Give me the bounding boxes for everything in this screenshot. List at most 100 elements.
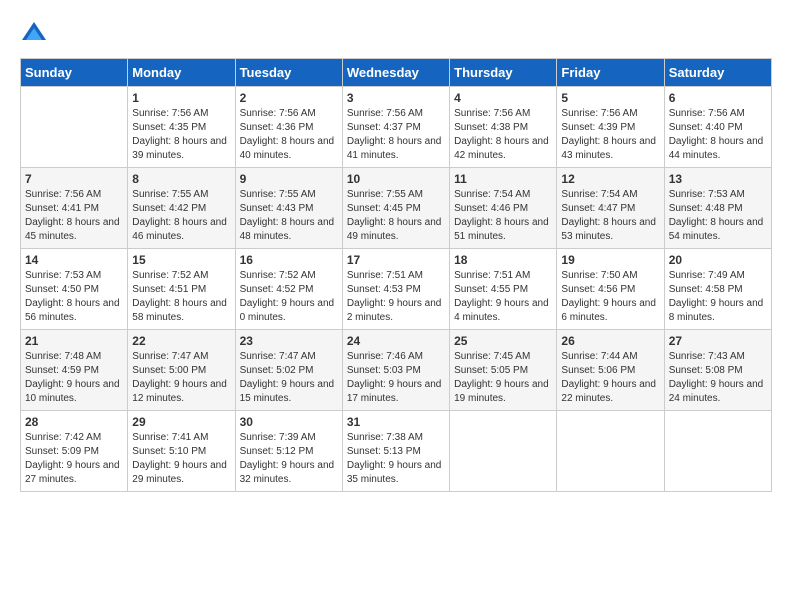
day-number: 4 [454, 91, 552, 105]
day-cell: 31Sunrise: 7:38 AMSunset: 5:13 PMDayligh… [342, 411, 449, 492]
day-info: Sunrise: 7:56 AMSunset: 4:41 PMDaylight:… [25, 188, 123, 244]
day-number: 21 [25, 334, 123, 348]
day-number: 12 [561, 172, 659, 186]
day-cell: 2Sunrise: 7:56 AMSunset: 4:36 PMDaylight… [235, 87, 342, 168]
day-number: 26 [561, 334, 659, 348]
day-number: 16 [240, 253, 338, 267]
day-cell: 11Sunrise: 7:54 AMSunset: 4:46 PMDayligh… [450, 168, 557, 249]
day-info: Sunrise: 7:47 AMSunset: 5:02 PMDaylight:… [240, 350, 338, 406]
week-row-3: 14 Sunrise: 7:53 AMSunset: 4:50 PMDayligh… [21, 249, 772, 330]
day-info: Sunrise: 7:41 AMSunset: 5:10 PMDaylight:… [132, 431, 230, 487]
day-number: 19 [561, 253, 659, 267]
day-info: Sunrise: 7:55 AMSunset: 4:45 PMDaylight:… [347, 188, 445, 244]
day-info: Sunrise: 7:55 AMSunset: 4:43 PMDaylight:… [240, 188, 338, 244]
day-cell: 22 Sunrise: 7:47 AMSunset: 5:00 PMDayligh… [128, 330, 235, 411]
day-info: Sunrise: 7:53 AMSunset: 4:50 PMDaylight:… [25, 269, 123, 325]
day-cell: 4 Sunrise: 7:56 AMSunset: 4:38 PMDaylight… [450, 87, 557, 168]
day-cell: 28 Sunrise: 7:42 AMSunset: 5:09 PMDayligh… [21, 411, 128, 492]
day-info: Sunrise: 7:38 AMSunset: 5:13 PMDaylight:… [347, 431, 445, 487]
day-info: Sunrise: 7:56 AMSunset: 4:39 PMDaylight:… [561, 107, 659, 163]
day-cell: 29 Sunrise: 7:41 AMSunset: 5:10 PMDayligh… [128, 411, 235, 492]
day-info: Sunrise: 7:52 AMSunset: 4:52 PMDaylight:… [240, 269, 338, 325]
day-number: 17 [347, 253, 445, 267]
header-day-friday: Friday [557, 59, 664, 87]
day-info: Sunrise: 7:56 AMSunset: 4:35 PMDaylight:… [132, 107, 230, 163]
day-cell: 9 Sunrise: 7:55 AMSunset: 4:43 PMDaylight… [235, 168, 342, 249]
day-cell: 27 Sunrise: 7:43 AMSunset: 5:08 PMDayligh… [664, 330, 771, 411]
day-number: 28 [25, 415, 123, 429]
day-number: 10 [347, 172, 445, 186]
day-cell [450, 411, 557, 492]
day-info: Sunrise: 7:55 AMSunset: 4:42 PMDaylight:… [132, 188, 230, 244]
day-info: Sunrise: 7:56 AMSunset: 4:38 PMDaylight:… [454, 107, 552, 163]
day-cell: 1 Sunrise: 7:56 AMSunset: 4:35 PMDaylight… [128, 87, 235, 168]
day-number: 14 [25, 253, 123, 267]
day-info: Sunrise: 7:46 AMSunset: 5:03 PMDaylight:… [347, 350, 445, 406]
header-day-thursday: Thursday [450, 59, 557, 87]
day-number: 23 [240, 334, 338, 348]
day-info: Sunrise: 7:51 AMSunset: 4:55 PMDaylight:… [454, 269, 552, 325]
day-info: Sunrise: 7:53 AMSunset: 4:48 PMDaylight:… [669, 188, 767, 244]
day-number: 30 [240, 415, 338, 429]
day-info: Sunrise: 7:56 AMSunset: 4:36 PMDaylight:… [240, 107, 338, 163]
day-cell: 3 Sunrise: 7:56 AMSunset: 4:37 PMDaylight… [342, 87, 449, 168]
day-number: 1 [132, 91, 230, 105]
day-cell: 6 Sunrise: 7:56 AMSunset: 4:40 PMDaylight… [664, 87, 771, 168]
day-cell: 18 Sunrise: 7:51 AMSunset: 4:55 PMDayligh… [450, 249, 557, 330]
day-cell: 12 Sunrise: 7:54 AMSunset: 4:47 PMDayligh… [557, 168, 664, 249]
day-cell: 17 Sunrise: 7:51 AMSunset: 4:53 PMDayligh… [342, 249, 449, 330]
day-cell: 26 Sunrise: 7:44 AMSunset: 5:06 PMDayligh… [557, 330, 664, 411]
day-cell [21, 87, 128, 168]
header-day-wednesday: Wednesday [342, 59, 449, 87]
day-info: Sunrise: 7:47 AMSunset: 5:00 PMDaylight:… [132, 350, 230, 406]
day-number: 3 [347, 91, 445, 105]
calendar-header: SundayMondayTuesdayWednesdayThursdayFrid… [21, 59, 772, 87]
day-info: Sunrise: 7:49 AMSunset: 4:58 PMDaylight:… [669, 269, 767, 325]
day-cell: 5 Sunrise: 7:56 AMSunset: 4:39 PMDaylight… [557, 87, 664, 168]
day-number: 7 [25, 172, 123, 186]
header-row: SundayMondayTuesdayWednesdayThursdayFrid… [21, 59, 772, 87]
day-cell [557, 411, 664, 492]
day-cell: 13 Sunrise: 7:53 AMSunset: 4:48 PMDayligh… [664, 168, 771, 249]
day-cell: 25Sunrise: 7:45 AMSunset: 5:05 PMDayligh… [450, 330, 557, 411]
day-info: Sunrise: 7:43 AMSunset: 5:08 PMDaylight:… [669, 350, 767, 406]
day-cell: 23 Sunrise: 7:47 AMSunset: 5:02 PMDayligh… [235, 330, 342, 411]
header-day-saturday: Saturday [664, 59, 771, 87]
day-number: 25 [454, 334, 552, 348]
day-number: 8 [132, 172, 230, 186]
header-day-sunday: Sunday [21, 59, 128, 87]
day-number: 20 [669, 253, 767, 267]
header-day-tuesday: Tuesday [235, 59, 342, 87]
day-info: Sunrise: 7:56 AMSunset: 4:37 PMDaylight:… [347, 107, 445, 163]
week-row-4: 21 Sunrise: 7:48 AMSunset: 4:59 PMDayligh… [21, 330, 772, 411]
day-number: 29 [132, 415, 230, 429]
day-number: 6 [669, 91, 767, 105]
day-cell: 15Sunrise: 7:52 AMSunset: 4:51 PMDayligh… [128, 249, 235, 330]
day-info: Sunrise: 7:48 AMSunset: 4:59 PMDaylight:… [25, 350, 123, 406]
day-info: Sunrise: 7:42 AMSunset: 5:09 PMDaylight:… [25, 431, 123, 487]
day-cell: 24Sunrise: 7:46 AMSunset: 5:03 PMDayligh… [342, 330, 449, 411]
day-info: Sunrise: 7:54 AMSunset: 4:47 PMDaylight:… [561, 188, 659, 244]
day-info: Sunrise: 7:50 AMSunset: 4:56 PMDaylight:… [561, 269, 659, 325]
day-number: 27 [669, 334, 767, 348]
day-cell: 30 Sunrise: 7:39 AMSunset: 5:12 PMDayligh… [235, 411, 342, 492]
day-number: 9 [240, 172, 338, 186]
day-number: 5 [561, 91, 659, 105]
day-info: Sunrise: 7:39 AMSunset: 5:12 PMDaylight:… [240, 431, 338, 487]
day-info: Sunrise: 7:51 AMSunset: 4:53 PMDaylight:… [347, 269, 445, 325]
logo-icon [20, 20, 48, 48]
day-info: Sunrise: 7:44 AMSunset: 5:06 PMDaylight:… [561, 350, 659, 406]
day-number: 18 [454, 253, 552, 267]
day-number: 22 [132, 334, 230, 348]
day-cell: 7 Sunrise: 7:56 AMSunset: 4:41 PMDaylight… [21, 168, 128, 249]
day-number: 15 [132, 253, 230, 267]
day-info: Sunrise: 7:56 AMSunset: 4:40 PMDaylight:… [669, 107, 767, 163]
day-number: 13 [669, 172, 767, 186]
day-cell: 19 Sunrise: 7:50 AMSunset: 4:56 PMDayligh… [557, 249, 664, 330]
day-cell: 21 Sunrise: 7:48 AMSunset: 4:59 PMDayligh… [21, 330, 128, 411]
day-cell: 20 Sunrise: 7:49 AMSunset: 4:58 PMDayligh… [664, 249, 771, 330]
day-cell: 14 Sunrise: 7:53 AMSunset: 4:50 PMDayligh… [21, 249, 128, 330]
day-number: 11 [454, 172, 552, 186]
header-day-monday: Monday [128, 59, 235, 87]
day-cell [664, 411, 771, 492]
